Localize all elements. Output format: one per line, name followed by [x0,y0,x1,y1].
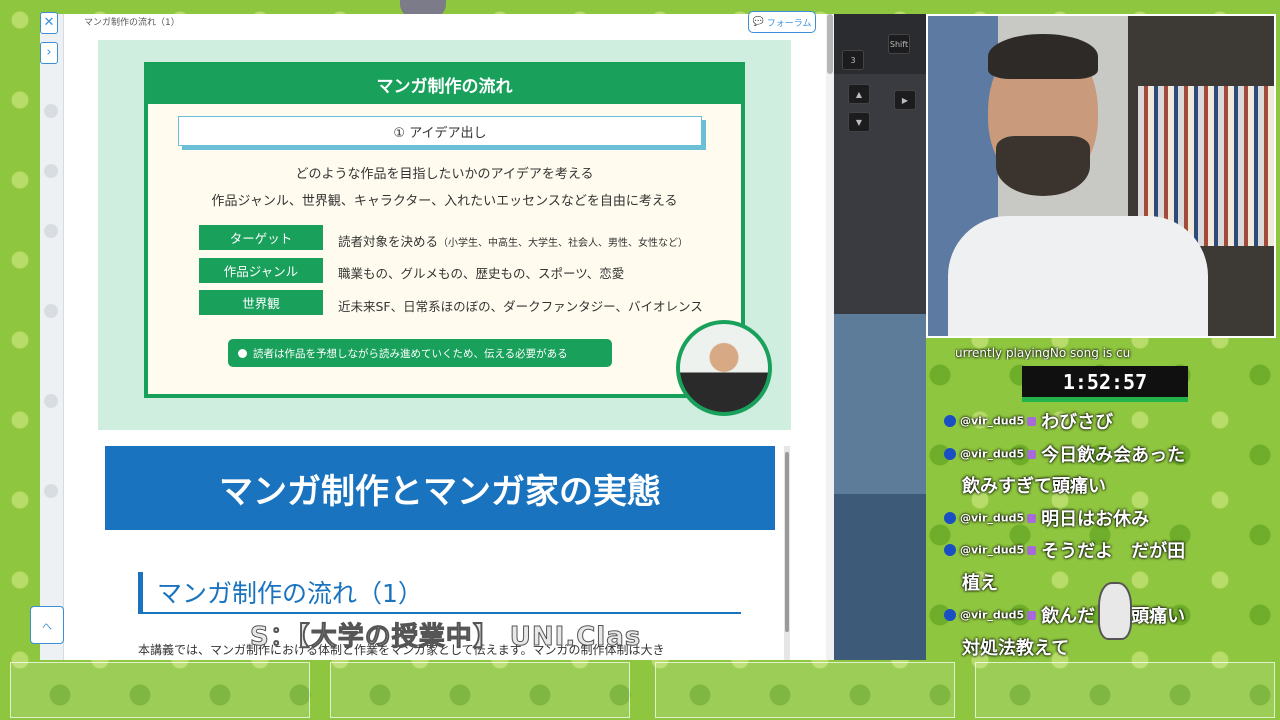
row-text-world: 近未来SF、日常系ほのぼの、ダークファンタジー、バイオレンス [338,299,703,314]
chat-text-continued: 飲みすぎて頭痛い [962,476,1106,497]
sidebar-strip [40,14,64,660]
article-banner: マンガ制作とマンガ家の実態 [105,446,775,530]
chat-text: そうだよ だが田 [1041,541,1186,562]
chat-message: @vir_dud5 飲んだ 頭痛い [944,602,1185,628]
speech-bubble-icon: 💬 [752,17,764,27]
slide-intro-line-1: どのような作品を目指したいかのアイデアを考える [295,167,594,182]
chat-text-continued: 植え [962,573,998,594]
sidebar-dot [44,164,58,178]
keyboard-key: 3 [842,50,864,70]
subscriber-badge-icon [1027,416,1037,426]
chat-username: @vir_dud5 [960,414,1025,428]
overlay-tile [655,662,955,718]
chat-user-dot [944,448,956,460]
row-text-main: 読者対象を決める [338,234,439,249]
chat-user-dot [944,415,956,427]
arrow-right-key-icon: ▶ [894,90,916,110]
now-playing-ticker: urrently playingNo song is cu [955,346,1131,360]
chevron-right-icon[interactable]: › [40,42,58,64]
slide-note: 読者は作品を予想しながら読み進めていくため、伝える必要がある [228,339,612,367]
chat-user-dot [944,512,956,524]
close-icon[interactable]: ✕ [40,12,58,34]
forum-button-label: フォーラム [766,18,812,29]
chat-username: @vir_dud5 [960,511,1025,525]
chat-message: @vir_dud5 今日飲み会あった [944,441,1185,467]
subscriber-badge-icon [1027,449,1037,459]
chat-user-dot [944,609,956,621]
chat-user-dot [944,544,956,556]
content-scrollbar-thumb[interactable] [785,452,789,632]
chat-text: 今日飲み会あった [1041,445,1186,466]
subscriber-badge-icon [1027,513,1037,523]
scrollbar-thumb[interactable] [827,14,833,74]
row-text-sub: （小学生、中高生、大学生、社会人、男性、女性など） [438,238,689,249]
sidebar-dot [44,104,58,118]
sidebar-dot [44,224,58,238]
arrow-up-key-icon: ▲ [848,84,870,104]
chat-username: @vir_dud5 [960,543,1025,557]
arrow-down-key-icon: ▼ [848,112,870,132]
subscriber-badge-icon [1027,545,1037,555]
chat-message: @vir_dud5 明日はお休み [944,505,1149,531]
subscriber-badge-icon [1027,610,1037,620]
side-nav-link[interactable]: へ [30,606,64,644]
presenter-avatar [676,320,772,416]
overlay-tile [975,662,1275,718]
stream-caption: S：【大学の授業中】 UNI.Clas [249,622,642,653]
chat-username: @vir_dud5 [960,447,1025,461]
chat-text: わびさび [1041,412,1114,433]
slide-title: マンガ制作の流れ [146,64,743,104]
row-label-genre: 作品ジャンル [199,258,323,283]
sidebar-dot [44,304,58,318]
chat-text-continued: 対処法教えて [962,638,1070,659]
stream-timer: 1:52:57 [1022,366,1188,398]
slide-note-text: 読者は作品を予想しながら読み進めていくため、伝える必要がある [253,347,568,360]
streamer-shirt [948,216,1208,336]
overlay-tile [330,662,630,718]
keyboard-key-shift: Shift [888,34,910,54]
breadcrumb: マンガ制作の流れ（1） [84,18,180,28]
sidebar-dot [44,394,58,408]
forum-button[interactable]: 💬 フォーラム [748,11,816,33]
webcam-feed [926,14,1276,338]
page-scrollbar[interactable] [826,14,834,660]
sidebar-dot [44,484,58,498]
streamer-hair [988,34,1098,79]
section-heading: マンガ制作の流れ（1） [138,572,741,614]
row-label-target: ターゲット [199,225,323,250]
row-label-world: 世界観 [199,290,323,315]
streamer-beard [996,136,1090,196]
content-scrollbar[interactable] [784,446,790,660]
row-text-genre: 職業もの、グルメもの、歴史もの、スポーツ、恋愛 [338,266,625,281]
slide-intro-line-2: 作品ジャンル、世界観、キャラクター、入れたいエッセンスなどを自由に考える [211,194,678,209]
desk-camera-view: 3 Shift ▲ ▶ ▼ [834,14,926,660]
chat-username: @vir_dud5 [960,608,1025,622]
chat-text: 明日はお休み [1041,509,1150,530]
bullet-icon [238,348,247,358]
mascot-sprite [1098,582,1132,640]
chat-message: @vir_dud5 わびさび [944,408,1113,434]
overlay-tile [10,662,310,718]
step-heading: ① アイデア出し [178,116,702,146]
chat-message: @vir_dud5 そうだよ だが田 [944,537,1185,563]
row-text-target: 読者対象を決める（小学生、中高生、大学生、社会人、男性、女性など） [338,231,688,250]
timer-progress-bar [1022,397,1188,402]
